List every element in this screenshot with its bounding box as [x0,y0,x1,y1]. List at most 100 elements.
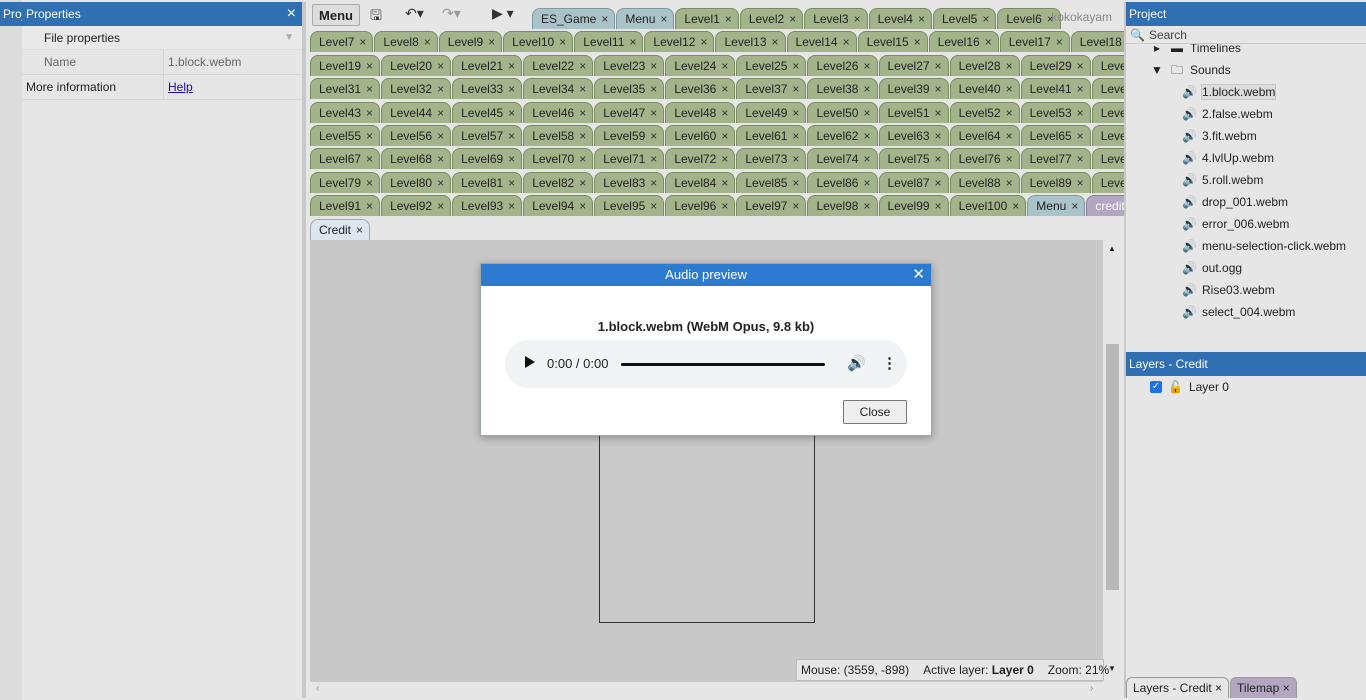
close-tab-icon[interactable]: × [359,35,366,49]
scroll-up-icon[interactable]: ▲ [1108,244,1116,253]
close-tab-icon[interactable]: × [508,199,515,213]
close-tab-icon[interactable]: × [721,59,728,73]
project-panel-title[interactable]: Proj [0,2,22,26]
tree-item-sounds[interactable]: ▼ 🗀 Sounds [1126,59,1366,81]
play-icon[interactable] [525,356,535,368]
tab-level97[interactable]: Level97 × [736,195,807,217]
tab-level4[interactable]: Level4 × [868,8,932,29]
close-tab-icon[interactable]: × [366,106,373,120]
close-tab-icon[interactable]: × [366,129,373,143]
tab-level76[interactable]: Level76 × [949,148,1020,170]
close-tab-icon[interactable]: × [437,199,444,213]
close-tab-icon[interactable]: × [366,152,373,166]
tab-level12[interactable]: Level12 × [644,31,715,53]
close-tab-icon[interactable]: × [792,199,799,213]
close-tab-icon[interactable]: × [356,223,363,237]
scroll-thumb[interactable] [1106,344,1119,590]
tab-level69[interactable]: Level69 × [452,148,523,170]
horizontal-scrollbar[interactable]: ‹ › [310,682,1103,698]
close-tab-icon[interactable]: × [982,12,989,26]
close-tab-icon[interactable]: × [437,106,444,120]
close-tab-icon[interactable]: × [863,106,870,120]
close-tab-icon[interactable]: × [579,176,586,190]
search-input[interactable]: Search [1149,26,1187,43]
tab-level79[interactable]: Level79 × [310,171,381,193]
tab-level74[interactable]: Level74 × [807,148,878,170]
user-name[interactable]: kokokayam [1051,10,1112,24]
tab-level91[interactable]: Level91 × [310,195,381,217]
tab-level56[interactable]: Level56 × [381,125,452,146]
tab-level95[interactable]: Level95 × [594,195,665,217]
vertical-scrollbar[interactable]: ▲ ▼ [1103,240,1122,680]
chevron-down-icon[interactable]: ▼ [284,26,294,50]
tab-level40[interactable]: Level40 × [949,78,1020,100]
tab-level65[interactable]: Level65 × [1020,125,1091,146]
tab-level52[interactable]: Level52 × [949,101,1020,123]
close-tab-icon[interactable]: × [935,152,942,166]
tab-level99[interactable]: Level99 × [878,195,949,217]
tab-level11[interactable]: Level11 × [574,31,644,53]
close-tab-icon[interactable]: × [1006,82,1013,96]
tab-level62[interactable]: Level62 × [807,125,878,146]
close-tab-icon[interactable]: × [935,199,942,213]
close-tab-icon[interactable]: × [721,129,728,143]
scroll-down-icon[interactable]: ▼ [1108,664,1116,673]
tab-level15[interactable]: Level15 × [857,31,928,53]
close-tab-icon[interactable]: × [1006,152,1013,166]
tab-level5[interactable]: Level5 × [932,8,997,29]
close-tab-icon[interactable]: × [1006,59,1013,73]
tab-level94[interactable]: Level94 × [523,195,594,217]
close-tab-icon[interactable]: × [789,12,796,26]
close-tab-icon[interactable]: × [650,82,657,96]
tab-level38[interactable]: Level38 × [807,78,878,100]
close-tab-icon[interactable]: × [650,176,657,190]
close-tab-icon[interactable]: × [935,176,942,190]
tab-level88[interactable]: Level88 × [949,171,1020,193]
tab-level3[interactable]: Level3 × [804,8,868,29]
close-tab-icon[interactable]: × [863,59,870,73]
close-tab-icon[interactable]: × [437,129,444,143]
close-tab-icon[interactable]: × [935,106,942,120]
sound-item[interactable]: 🔊 drop_001.webm [1126,191,1366,213]
close-tab-icon[interactable]: × [843,35,850,49]
tab-level58[interactable]: Level58 × [523,125,594,146]
close-tab-icon[interactable]: × [935,82,942,96]
close-tab-icon[interactable]: × [508,176,515,190]
close-tab-icon[interactable]: × [437,176,444,190]
chevron-down-icon[interactable]: ▼ [1150,59,1164,81]
bottom-tab-0[interactable]: Layers - Credit × [1126,677,1230,698]
close-tab-icon[interactable]: × [1077,129,1084,143]
close-tab-icon[interactable]: × [1077,59,1084,73]
tab-level27[interactable]: Level27 × [878,54,949,76]
tab-level84[interactable]: Level84 × [665,171,736,193]
close-tab-icon[interactable]: × [935,59,942,73]
close-tab-icon[interactable]: × [437,152,444,166]
help-link[interactable]: Help [168,80,193,94]
close-tab-icon[interactable]: × [1212,681,1222,695]
close-tab-icon[interactable]: × [1006,106,1013,120]
tab-level2[interactable]: Level2 × [739,8,804,29]
tab-level33[interactable]: Level33 × [452,78,523,100]
tab-menu[interactable]: Menu × [616,8,675,29]
sound-item[interactable]: 🔊 Rise03.webm [1126,279,1366,301]
close-tab-icon[interactable]: × [1071,199,1078,213]
menu-button[interactable]: Menu [312,4,360,26]
tab-level68[interactable]: Level68 × [381,148,452,170]
close-tab-icon[interactable]: × [863,152,870,166]
tab-level55[interactable]: Level55 × [310,125,381,146]
close-tab-icon[interactable]: × [579,199,586,213]
close-icon[interactable]: ✕ [912,264,925,286]
tab-level43[interactable]: Level43 × [310,101,381,123]
close-tab-icon[interactable]: × [579,82,586,96]
scroll-right-icon[interactable]: › [1090,683,1093,694]
tab-level92[interactable]: Level92 × [381,195,452,217]
redo-icon[interactable]: ↷▾ [442,5,461,22]
tab-level57[interactable]: Level57 × [452,125,523,146]
tab-level34[interactable]: Level34 × [523,78,594,100]
close-tab-icon[interactable]: × [792,82,799,96]
save-icon[interactable]: 🖫 [370,5,382,29]
file-properties-group[interactable]: File properties ▼ [22,26,302,50]
close-tab-icon[interactable]: × [863,199,870,213]
tab-level72[interactable]: Level72 × [665,148,736,170]
scroll-left-icon[interactable]: ‹ [316,683,319,694]
